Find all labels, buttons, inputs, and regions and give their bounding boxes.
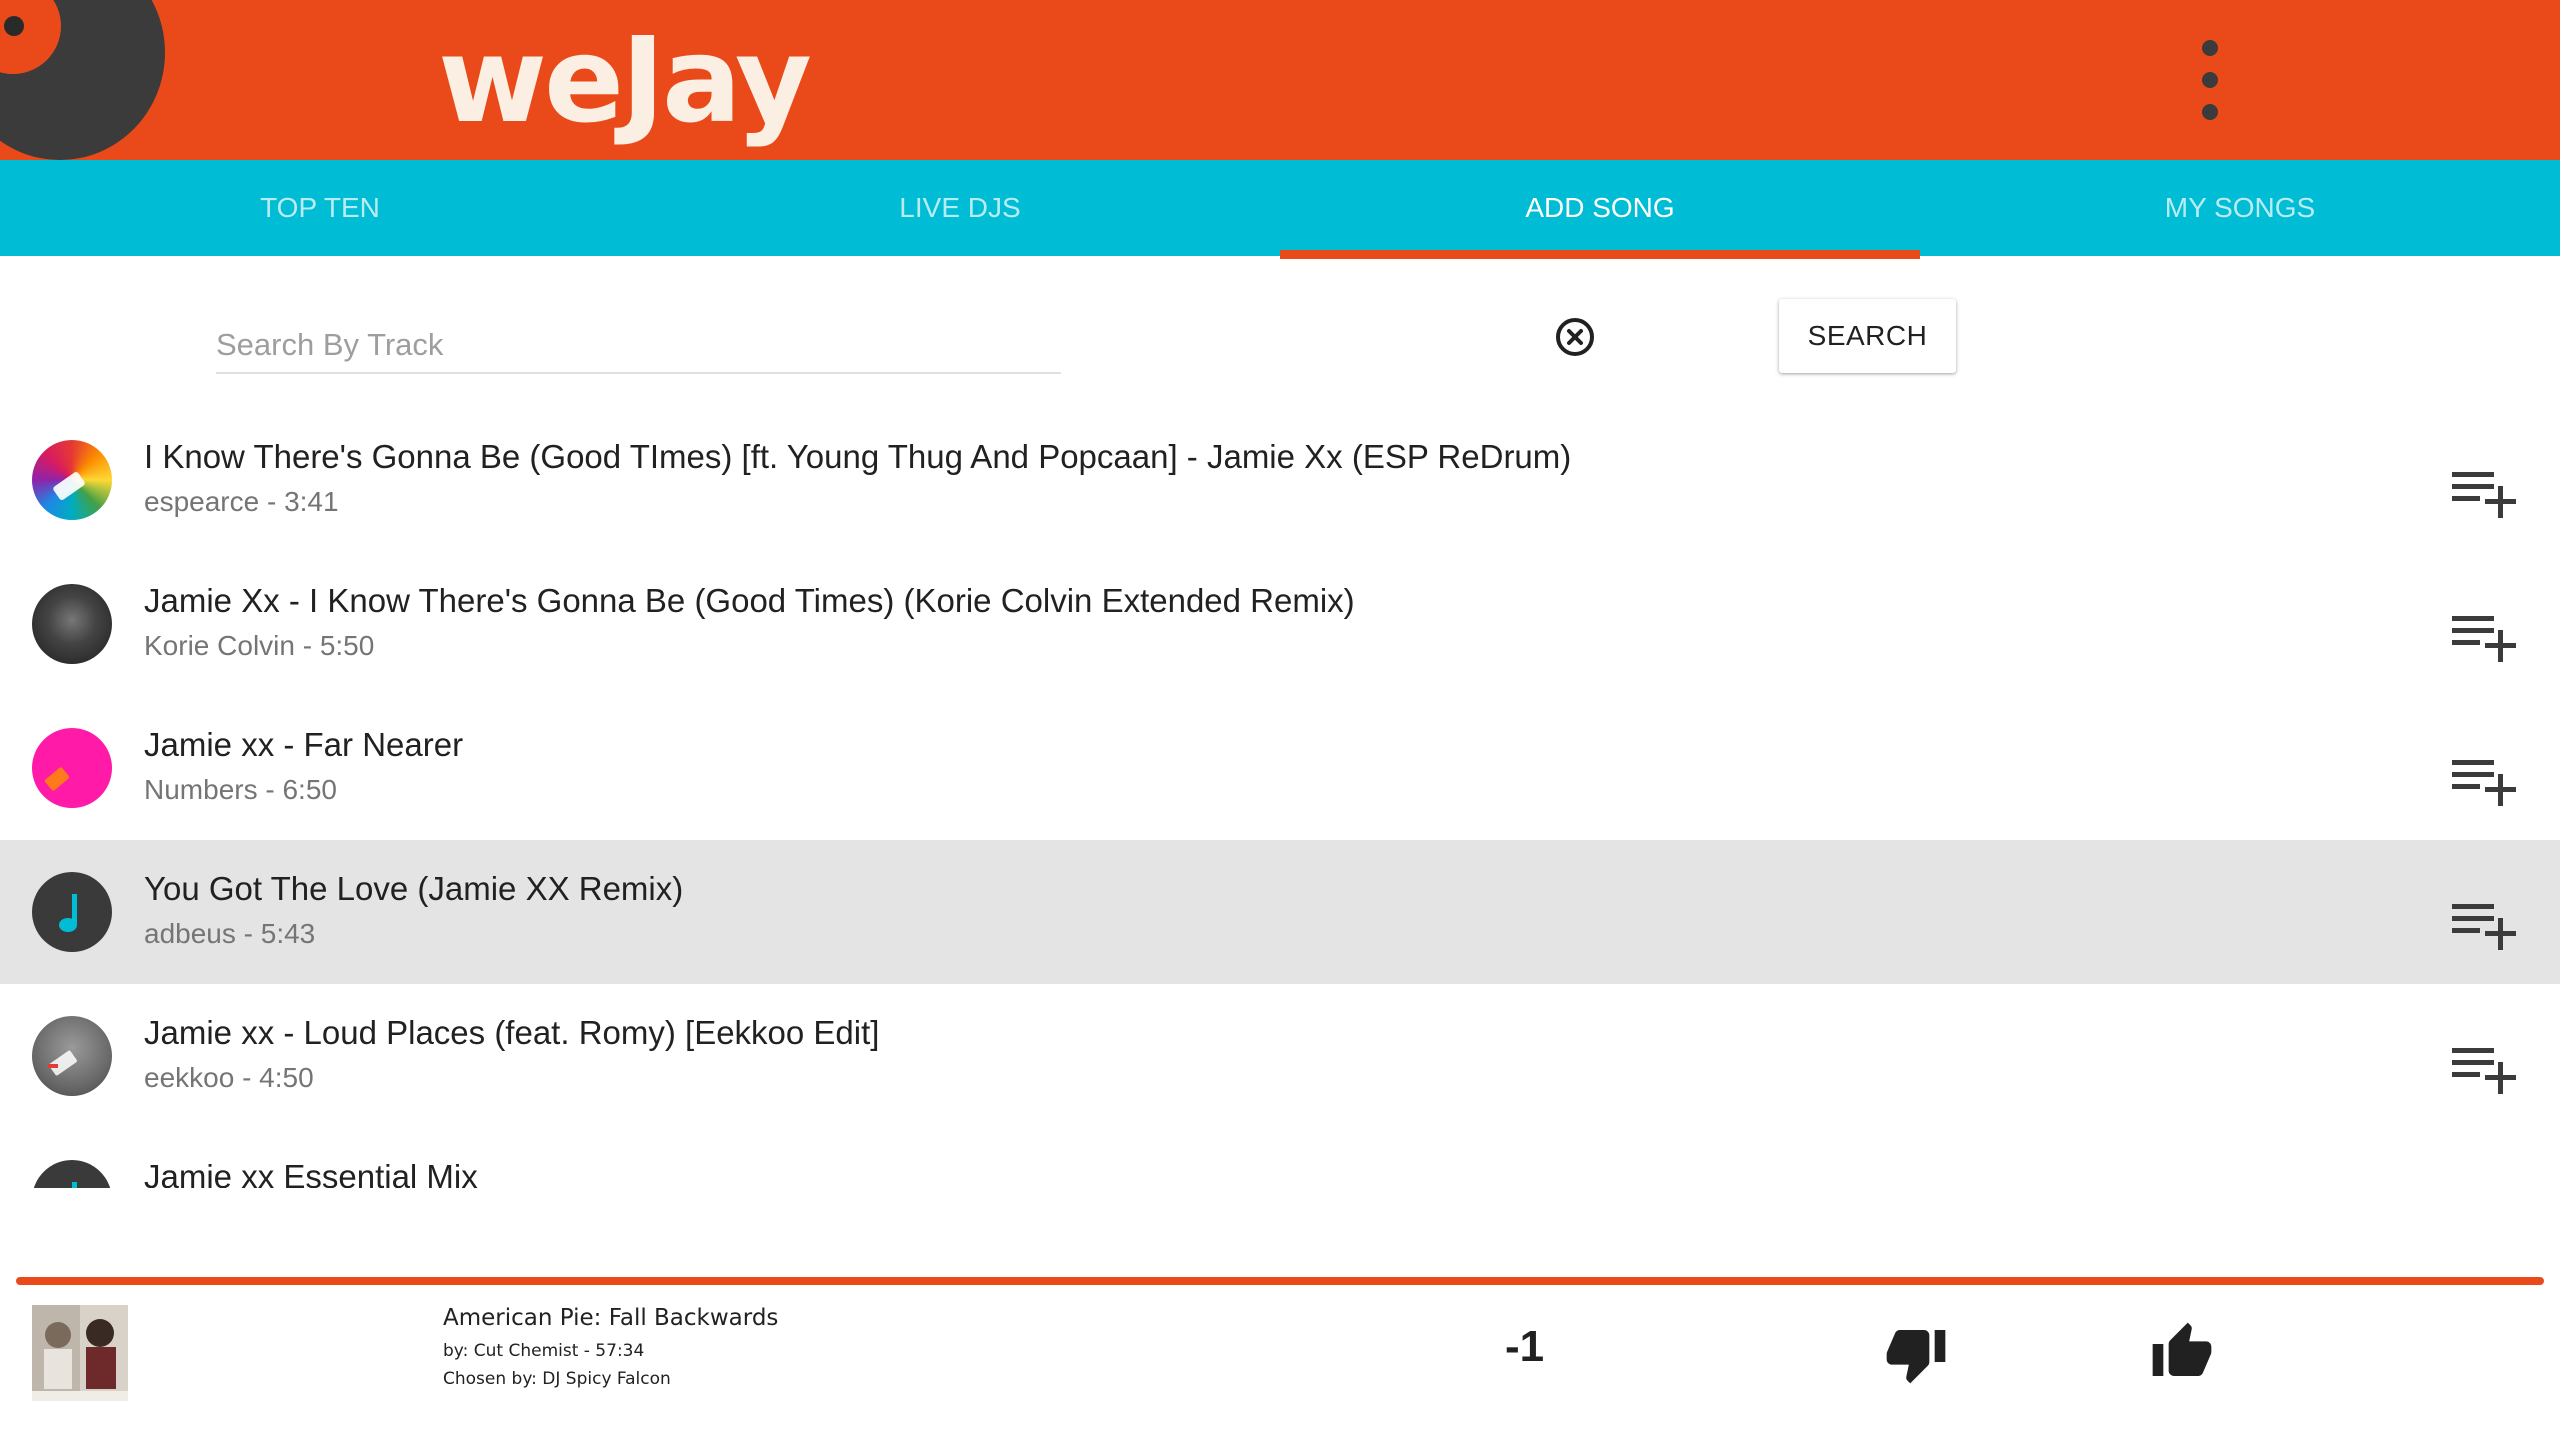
list-item[interactable]: Jamie xx Essential Mix: [0, 1128, 2560, 1188]
thumb-up-icon[interactable]: [2150, 1320, 2214, 1384]
song-meta: adbeus - 5:43: [144, 918, 316, 949]
now-playing-artist: by: Cut Chemist - 57:34: [443, 1341, 645, 1361]
tab-my-songs[interactable]: MY SONGS: [1920, 160, 2560, 256]
vinyl-record-icon: [0, 0, 165, 160]
artwork-mark: [48, 1050, 77, 1076]
song-meta: eekkoo - 4:50: [144, 1062, 314, 1093]
rainbow-artwork: [32, 440, 112, 520]
song-meta: Korie Colvin - 5:50: [144, 630, 375, 661]
playback-progress-bar[interactable]: [16, 1277, 2544, 1285]
list-item[interactable]: Jamie xx - Loud Places (feat. Romy) [Eek…: [0, 984, 2560, 1128]
search-button[interactable]: SEARCH: [1779, 299, 1956, 373]
now-playing-artwork: [32, 1305, 128, 1401]
playlist-add-icon[interactable]: [2450, 612, 2522, 664]
vinyl-hole: [4, 16, 24, 36]
app-logo: weJay: [438, 11, 812, 149]
search-results-list: I Know There's Gonna Be (Good TImes) [ft…: [0, 408, 2560, 1188]
list-item[interactable]: I Know There's Gonna Be (Good TImes) [ft…: [0, 408, 2560, 552]
tab-bar: TOP TEN LIVE DJS ADD SONG MY SONGS: [0, 160, 2560, 256]
song-title: I Know There's Gonna Be (Good TImes) [ft…: [144, 438, 1572, 475]
tab-top-ten[interactable]: TOP TEN: [0, 160, 640, 256]
song-title: You Got The Love (Jamie XX Remix): [144, 870, 684, 907]
vinyl-label: [0, 0, 61, 74]
pink-artwork: [32, 728, 112, 808]
tab-live-djs[interactable]: LIVE DJS: [640, 160, 1280, 256]
artwork-photo: [32, 1305, 128, 1401]
song-title: Jamie xx - Loud Places (feat. Romy) [Eek…: [144, 1014, 880, 1051]
song-title: Jamie Xx - I Know There's Gonna Be (Good…: [144, 582, 1355, 619]
app-header: weJay: [0, 0, 2560, 160]
list-item[interactable]: Jamie Xx - I Know There's Gonna Be (Good…: [0, 552, 2560, 696]
song-title: Jamie xx - Far Nearer: [144, 726, 464, 763]
clear-circle-icon[interactable]: [1554, 316, 1596, 358]
tab-add-song[interactable]: ADD SONG: [1280, 160, 1920, 256]
now-playing-chosen-by: Chosen by: DJ Spicy Falcon: [443, 1369, 671, 1389]
note-glyph: [59, 894, 77, 932]
playlist-add-icon[interactable]: [2450, 900, 2522, 952]
list-item-selected[interactable]: You Got The Love (Jamie XX Remix) adbeus…: [0, 840, 2560, 984]
playlist-add-icon[interactable]: [2450, 1044, 2522, 1096]
active-tab-indicator: [1280, 250, 1920, 259]
thumb-down-icon[interactable]: [1884, 1322, 1948, 1386]
more-vert-icon[interactable]: [2190, 40, 2230, 120]
song-meta: Numbers - 6:50: [144, 774, 337, 805]
music-note-icon: [32, 872, 112, 952]
playlist-add-icon[interactable]: [2450, 468, 2522, 520]
song-title: Jamie xx Essential Mix: [144, 1158, 478, 1188]
note-glyph: [72, 1182, 77, 1188]
menu-dot: [2202, 40, 2218, 56]
song-meta: espearce - 3:41: [144, 486, 339, 517]
list-item[interactable]: Jamie xx - Far Nearer Numbers - 6:50: [0, 696, 2560, 840]
now-playing-title: American Pie: Fall Backwards: [443, 1305, 779, 1331]
vote-score: -1: [1505, 1322, 1545, 1371]
dark-photo-artwork: [32, 584, 112, 664]
menu-dot: [2202, 104, 2218, 120]
music-note-icon: [32, 1160, 112, 1188]
playlist-add-icon[interactable]: [2450, 756, 2522, 808]
artwork-mark: [44, 767, 70, 791]
menu-dot: [2202, 72, 2218, 88]
grey-artwork: [32, 1016, 112, 1096]
artwork-mark: [53, 472, 85, 500]
search-input[interactable]: [216, 318, 1061, 374]
